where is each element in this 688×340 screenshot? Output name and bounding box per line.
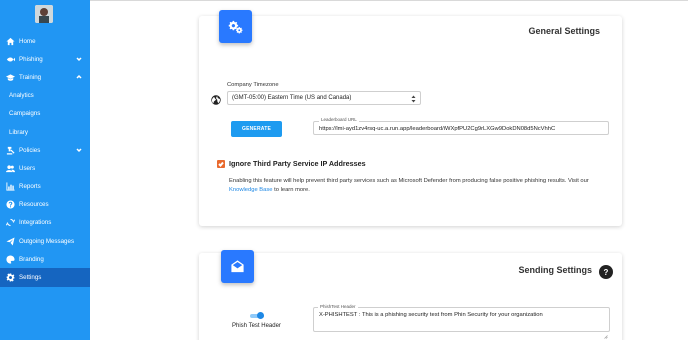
ignore-third-party-label: Ignore Third Party Service IP Addresses [229,159,366,168]
gears-icon [228,20,243,34]
ignore-third-party-checkbox[interactable] [217,160,225,168]
home-icon [6,37,15,46]
timezone-select[interactable]: (GMT-05:00) Eastern Time (US and Canada) [227,91,421,105]
leaderboard-url-field[interactable]: Leaderboard URL https://lmi-ayd1zv4rsq-u… [313,117,609,135]
ignore-description: Enabling this feature will help prevent … [229,177,609,195]
sidebar-item-label: Training [19,73,42,81]
sidebar: Home Phishing Training Analytics Campaig… [0,0,90,340]
select-arrows-icon [411,95,416,103]
generate-button[interactable]: GENERATE [231,121,282,137]
sidebar-item-outgoing-messages[interactable]: Outgoing Messages [0,232,90,250]
description-end: to learn more. [272,187,310,193]
globe-icon [211,92,221,105]
sidebar-item-training[interactable]: Training [0,68,90,86]
sidebar-item-analytics[interactable]: Analytics [0,87,90,105]
leaderboard-url-label: Leaderboard URL [319,117,359,122]
leaderboard-url-value: https://lmi-ayd1zv4rsq-uc.a.run.app/lead… [319,125,556,132]
paper-plane-icon [6,237,15,246]
palette-icon [6,255,15,264]
sidebar-item-label: Outgoing Messages [19,237,75,245]
resize-handle-icon[interactable] [604,326,608,339]
sidebar-item-label: Reports [19,183,41,191]
help-icon[interactable]: ? [599,265,613,279]
chevron-down-icon [76,147,82,153]
sidebar-item-branding[interactable]: Branding [0,250,90,268]
sidebar-item-users[interactable]: Users [0,159,90,177]
top-border [90,0,688,1]
sidebar-item-label: Home [19,37,36,45]
sidebar-item-label: Settings [19,274,42,282]
sidebar-item-phishing[interactable]: Phishing [0,50,90,68]
sidebar-item-resources[interactable]: Resources [0,196,90,214]
sidebar-item-library[interactable]: Library [0,123,90,141]
sidebar-item-label: Branding [19,255,44,263]
fish-icon [6,55,15,64]
settings-badge [219,10,252,43]
sending-settings-title: Sending Settings [518,265,592,275]
phish-test-header-label: Phish Test Header [232,323,281,329]
chevron-down-icon [76,56,82,62]
sending-badge [221,250,254,283]
sidebar-item-label: Phishing [19,55,43,63]
avatar[interactable] [35,5,53,23]
graduation-cap-icon [6,73,15,82]
phishtest-header-field[interactable]: PhishTest Header X-PHISHTEST : This is a… [313,304,610,339]
refresh-icon [6,218,15,227]
toggle-knob [257,312,264,319]
timezone-label: Company Timezone [227,82,279,88]
description-text: Enabling this feature will help prevent … [229,178,589,184]
general-settings-card: General Settings Company Timezone (GMT-0… [199,10,622,226]
timezone-value: (GMT-05:00) Eastern Time (US and Canada) [232,95,352,101]
phish-test-header-toggle[interactable] [250,312,264,319]
sidebar-item-label: Integrations [19,219,52,227]
sidebar-item-label: Campaigns [9,110,41,118]
phishtest-header-label: PhishTest Header [318,304,358,309]
sidebar-item-policies[interactable]: Policies [0,141,90,159]
sidebar-item-label: Analytics [9,92,34,100]
sidebar-item-label: Library [9,128,28,136]
users-icon [6,164,15,173]
check-icon [218,161,224,167]
gear-icon [6,273,15,282]
knowledge-base-link[interactable]: Knowledge Base [229,187,273,193]
sidebar-item-home[interactable]: Home [0,32,90,50]
gavel-icon [6,146,15,155]
question-circle-icon [6,200,15,209]
phishtest-header-value: X-PHISHTEST : This is a phishing securit… [319,312,543,318]
general-settings-title: General Settings [528,26,600,36]
sidebar-item-label: Users [19,164,36,172]
chevron-up-icon [76,74,82,80]
sidebar-item-label: Resources [19,201,49,209]
sidebar-item-settings[interactable]: Settings [0,268,90,287]
sidebar-item-label: Policies [19,146,41,154]
sidebar-item-integrations[interactable]: Integrations [0,214,90,232]
sidebar-item-reports[interactable]: Reports [0,178,90,196]
bar-chart-icon [6,182,15,191]
envelope-open-icon [231,260,244,273]
sidebar-item-campaigns[interactable]: Campaigns [0,105,90,123]
